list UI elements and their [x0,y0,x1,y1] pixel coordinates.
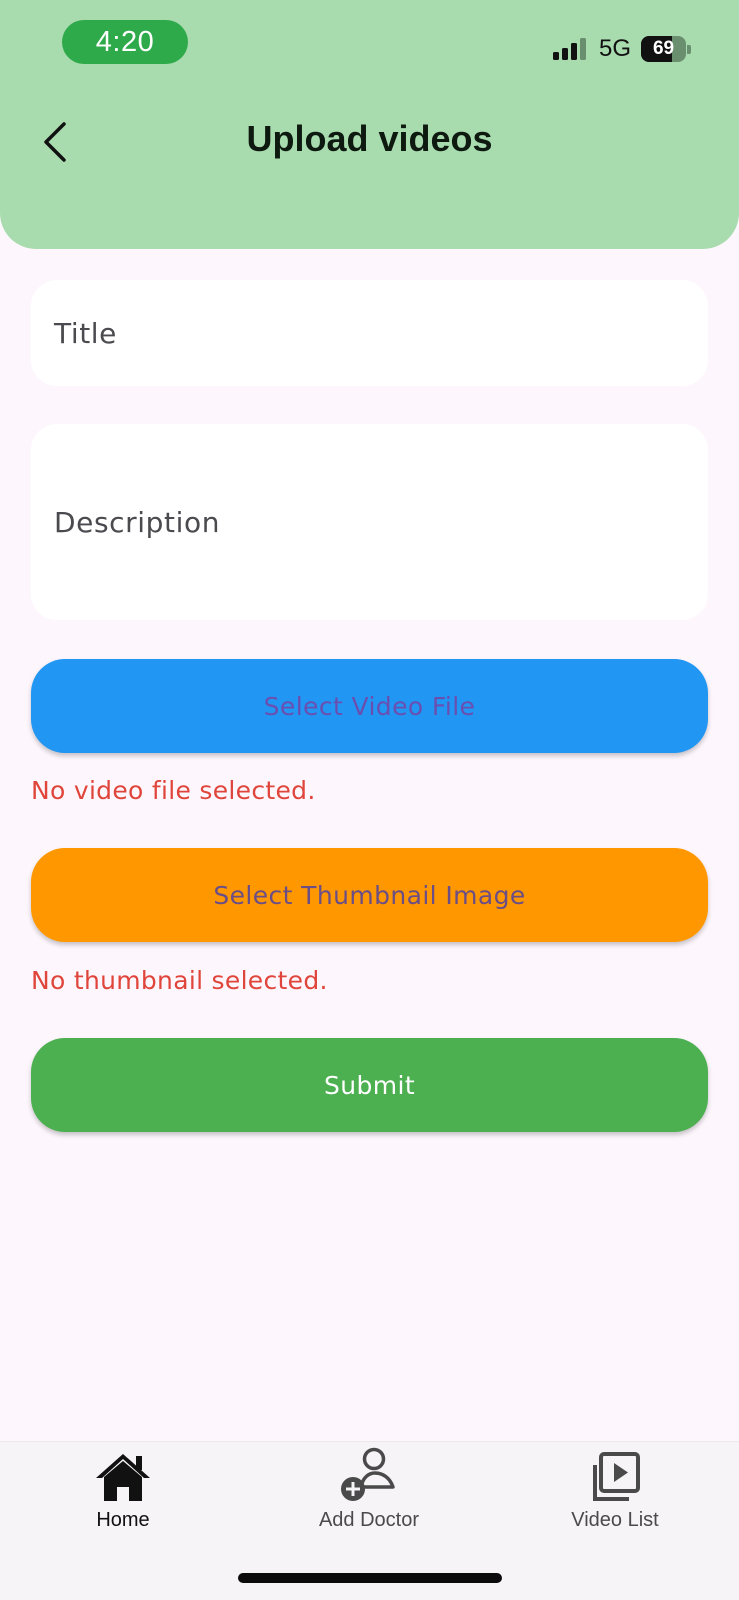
battery-icon: 69 [641,36,691,62]
select-thumbnail-button[interactable]: Select Thumbnail Image [31,848,708,942]
nav-home-label: Home [96,1509,150,1531]
submit-label: Submit [323,1070,416,1100]
nav-add-doctor-label: Add Doctor [318,1509,420,1531]
nav-video-list-label: Video List [571,1509,659,1531]
video-status-text: No video file selected. [31,776,316,805]
page-title: Upload videos [246,118,493,159]
upload-videos-screen: 4:20 5G 69 Upload videos Title Descripti… [0,0,739,1600]
title-placeholder: Title [54,316,118,350]
network-type: 5G [598,35,631,62]
status-time: 4:20 [62,20,188,64]
submit-button[interactable]: Submit [31,1038,708,1132]
app-header: 4:20 5G 69 Upload videos [0,0,739,249]
status-indicators: 5G 69 [552,33,691,65]
title-input[interactable]: Title [31,280,708,386]
home-indicator [238,1573,502,1583]
nav-add-doctor[interactable]: Add Doctor [279,1442,459,1562]
thumbnail-status-text: No thumbnail selected. [31,966,328,995]
home-icon [96,1454,150,1501]
battery-level: 69 [652,38,675,59]
add-person-icon [341,1447,395,1501]
select-thumbnail-label: Select Thumbnail Image [213,880,526,910]
description-input[interactable]: Description [31,424,708,620]
select-video-label: Select Video File [263,691,476,721]
nav-video-list[interactable]: Video List [525,1442,705,1562]
select-video-button[interactable]: Select Video File [31,659,708,753]
cellular-signal-icon [552,38,586,60]
nav-home[interactable]: Home [33,1442,213,1562]
video-library-icon [593,1452,640,1501]
description-placeholder: Description [54,505,221,539]
